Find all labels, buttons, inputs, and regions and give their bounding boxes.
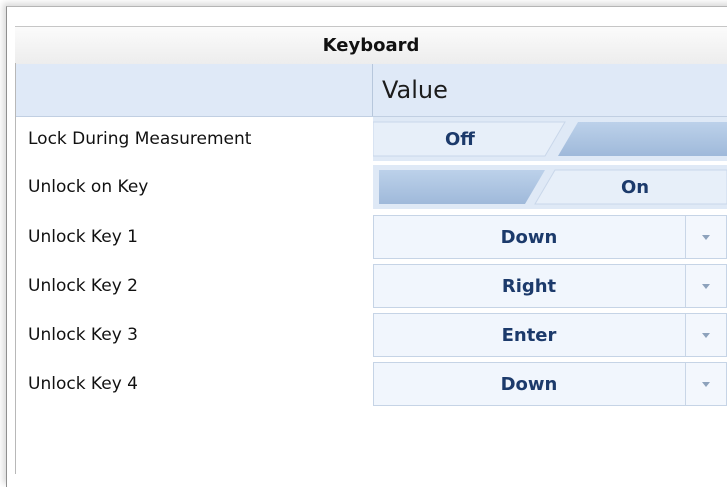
row-label-unlock-key-2: Unlock Key 2 — [28, 276, 138, 296]
toggle-value-text: On — [621, 176, 650, 198]
dropdown-selected-value: Right — [501, 275, 557, 297]
column-header-row: Value — [16, 64, 727, 117]
dropdown-selected-value: Down — [500, 226, 558, 248]
dropdown-button[interactable] — [685, 265, 726, 307]
toggle-slider-off — [373, 117, 727, 161]
panel-title-text: Keyboard — [322, 35, 420, 56]
property-column-header — [16, 64, 373, 116]
dropdown-button[interactable] — [685, 314, 726, 356]
chevron-down-icon — [702, 381, 710, 387]
value-column-header: Value — [382, 76, 448, 104]
unlock-key-1-dropdown[interactable]: Down — [373, 215, 727, 259]
dropdown-button[interactable] — [685, 363, 726, 405]
row-label-unlock-key-3: Unlock Key 3 — [28, 325, 138, 345]
lock-during-measurement-toggle[interactable]: Off — [373, 117, 727, 161]
unlock-key-3-dropdown[interactable]: Enter — [373, 313, 727, 357]
dropdown-button[interactable] — [685, 216, 726, 258]
row-label-unlock-key-4: Unlock Key 4 — [28, 374, 138, 394]
row-label-unlock-key-1: Unlock Key 1 — [28, 227, 138, 247]
chevron-down-icon — [702, 283, 710, 289]
unlock-on-key-toggle[interactable]: On — [373, 165, 727, 209]
panel-left-border — [15, 63, 16, 474]
chevron-down-icon — [702, 332, 710, 338]
toggle-slider-on — [373, 165, 727, 209]
panel-title: Keyboard — [15, 26, 727, 65]
unlock-key-4-dropdown[interactable]: Down — [373, 362, 727, 406]
row-label-unlock-on-key: Unlock on Key — [28, 177, 149, 197]
toggle-value-text: Off — [445, 128, 475, 150]
dropdown-selected-value: Enter — [501, 324, 557, 346]
chevron-down-icon — [702, 234, 710, 240]
row-label-lock-during-measurement: Lock During Measurement — [28, 129, 252, 149]
dropdown-selected-value: Down — [500, 373, 558, 395]
unlock-key-2-dropdown[interactable]: Right — [373, 264, 727, 308]
